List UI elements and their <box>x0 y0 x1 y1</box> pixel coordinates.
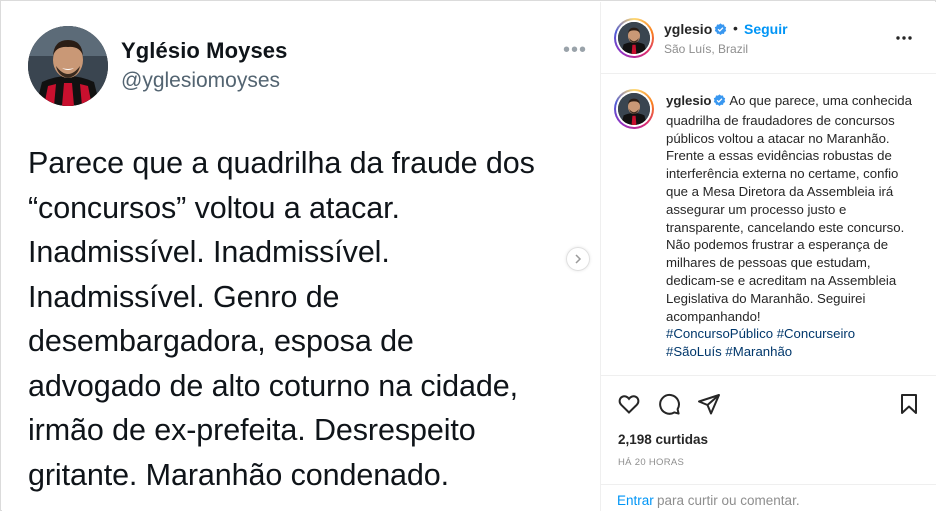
bookmark-icon <box>901 394 917 414</box>
tweet-author-name: Yglésio Moyses <box>121 38 288 63</box>
send-icon <box>698 394 720 415</box>
likes-count[interactable]: 2,198 curtidas <box>618 432 708 447</box>
caption-username[interactable]: yglesio <box>666 93 711 108</box>
hashtag-link[interactable]: #Maranhão <box>725 344 792 359</box>
header-username-row: yglesio <box>664 21 727 39</box>
tweet-text: Parece que a quadrilha da fraude dos “co… <box>28 146 535 492</box>
avatar-illustration <box>618 93 650 125</box>
comment-bar: Entrar para curtir ou comentar. <box>601 484 936 511</box>
caption-text: yglesio Ao que parece, uma conhecida qua… <box>666 92 924 361</box>
header-username[interactable]: yglesio <box>664 21 712 37</box>
tweet-more-icon: ••• <box>563 39 588 61</box>
comment-icon <box>659 393 680 415</box>
more-options-button[interactable] <box>895 28 913 46</box>
heart-icon <box>618 395 640 414</box>
follow-button[interactable]: Seguir <box>744 21 788 37</box>
post-timestamp[interactable]: HÁ 20 HORAS <box>618 457 684 468</box>
hashtag-link[interactable]: #SãoLuís <box>666 344 722 359</box>
post-image-tweet: Yglésio Moyses @yglesiomoyses ••• Parece… <box>2 2 600 511</box>
chevron-right-icon <box>575 254 582 264</box>
post-location[interactable]: São Luís, Brazil <box>664 42 748 56</box>
caption-avatar[interactable] <box>614 89 654 129</box>
verified-badge-icon <box>713 94 726 112</box>
avatar-illustration <box>618 22 650 54</box>
more-horizontal-icon <box>896 36 912 40</box>
post-header: yglesio • Seguir São Luís, Brazil <box>601 2 936 74</box>
hashtag-link[interactable]: #Concurseiro <box>777 326 855 341</box>
tweet-avatar <box>28 26 108 106</box>
like-button[interactable] <box>617 392 641 416</box>
post-side-panel: yglesio • Seguir São Luís, Brazil yglesi… <box>600 2 936 511</box>
login-link[interactable]: Entrar <box>617 493 654 508</box>
share-button[interactable] <box>697 392 721 416</box>
instagram-post-modal: Yglésio Moyses @yglesiomoyses ••• Parece… <box>0 0 936 511</box>
save-button[interactable] <box>897 392 921 416</box>
header-avatar[interactable] <box>614 18 654 58</box>
post-caption: yglesio Ao que parece, uma conhecida qua… <box>601 75 936 373</box>
carousel-next-button[interactable] <box>566 247 590 271</box>
comment-button[interactable] <box>657 392 681 416</box>
caption-body: Ao que parece, uma conhecida quadrilha d… <box>666 93 912 324</box>
verified-badge-icon <box>714 23 727 39</box>
comment-prompt: para curtir ou comentar. <box>657 493 800 508</box>
header-separator-dot: • <box>733 20 738 36</box>
hashtag-link[interactable]: #ConcursoPúblico <box>666 326 773 341</box>
action-bar <box>601 375 936 431</box>
tweet-author-handle: @yglesiomoyses <box>121 69 281 92</box>
avatar-illustration <box>28 26 108 106</box>
